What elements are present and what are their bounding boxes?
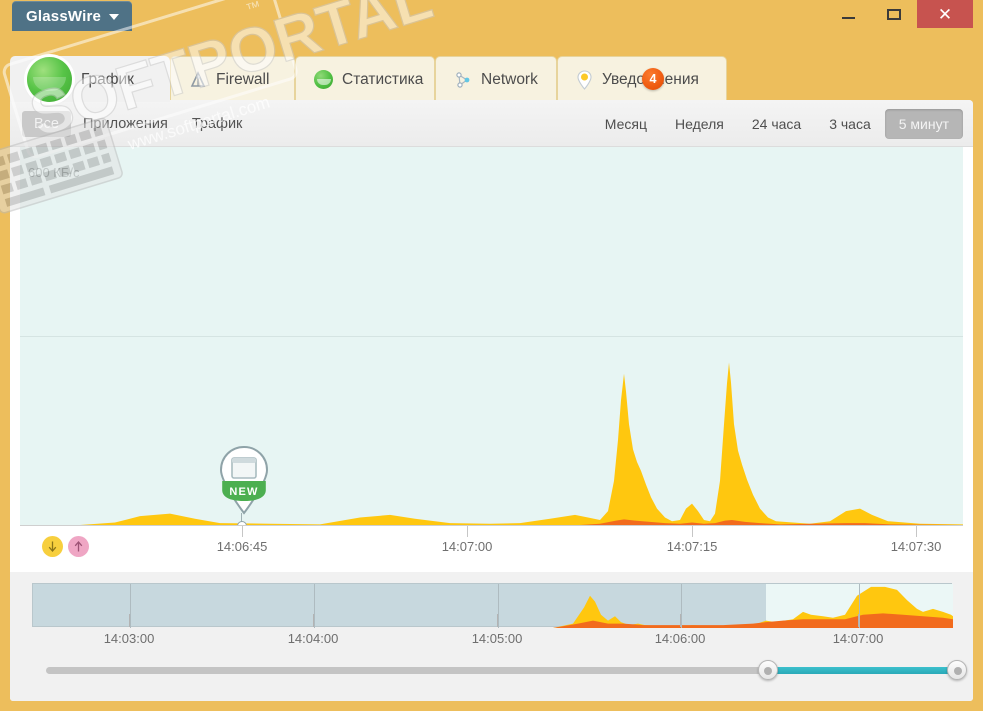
minimap-tick bbox=[129, 614, 130, 627]
network-nodes-icon bbox=[454, 71, 472, 89]
traffic-area-chart bbox=[20, 362, 963, 525]
x-tick-label: 14:07:15 bbox=[666, 539, 718, 554]
content-panel: Все Приложения Трафик Месяц Неделя 24 ча… bbox=[10, 100, 973, 701]
range-month[interactable]: Месяц bbox=[591, 109, 661, 139]
minimap-tick bbox=[680, 614, 681, 627]
slider-handle-right[interactable] bbox=[947, 660, 967, 680]
range-24h[interactable]: 24 часа bbox=[738, 109, 815, 139]
tab-firewall-label: Firewall bbox=[216, 70, 270, 88]
minimap-tick bbox=[313, 614, 314, 627]
series-download bbox=[20, 362, 963, 525]
glasswire-window: GlassWire ✕ График Firewall Статистика N… bbox=[0, 0, 983, 711]
x-tick-label: 14:07:30 bbox=[890, 539, 942, 554]
minimap-area-chart bbox=[33, 586, 953, 628]
tab-network[interactable]: Network bbox=[435, 56, 557, 102]
tab-graph[interactable]: График bbox=[10, 56, 170, 102]
chevron-down-icon bbox=[109, 14, 120, 20]
tab-firewall[interactable]: Firewall bbox=[170, 56, 295, 102]
minimap-vline bbox=[130, 584, 131, 628]
close-button[interactable]: ✕ bbox=[917, 0, 973, 28]
minimap-vline bbox=[859, 584, 860, 628]
tab-statistics-label: Статистика bbox=[342, 70, 424, 88]
statistics-icon bbox=[314, 70, 333, 89]
minimap-tick-label: 14:03:00 bbox=[103, 631, 155, 646]
range-week[interactable]: Неделя bbox=[661, 109, 738, 139]
tab-network-label: Network bbox=[481, 70, 538, 88]
x-tick bbox=[242, 526, 243, 537]
tab-statistics[interactable]: Статистика bbox=[295, 56, 435, 102]
slider-handle-left[interactable] bbox=[757, 660, 778, 680]
minimap-vline bbox=[681, 584, 682, 628]
tab-graph-label: График bbox=[81, 70, 134, 88]
tab-notifications[interactable]: Уведомления 4 bbox=[557, 56, 727, 102]
slider-fill bbox=[767, 667, 957, 674]
range-3h[interactable]: 3 часа bbox=[815, 109, 885, 139]
maximize-button[interactable] bbox=[871, 0, 917, 28]
minimap-tick-label: 14:04:00 bbox=[287, 631, 339, 646]
window-controls: ✕ bbox=[825, 0, 973, 28]
x-tick bbox=[467, 526, 468, 537]
x-tick-label: 14:06:45 bbox=[216, 539, 268, 554]
minimap-tick bbox=[497, 614, 498, 627]
notifications-badge: 4 bbox=[642, 68, 664, 90]
sub-toolbar: Все Приложения Трафик Месяц Неделя 24 ча… bbox=[10, 100, 973, 147]
graph-canvas[interactable]: 600 КБ/с NEW bbox=[20, 147, 963, 531]
range-group: Месяц Неделя 24 часа 3 часа 5 минут bbox=[591, 100, 963, 147]
title-bar: GlassWire ✕ bbox=[0, 0, 983, 32]
minimap-tick-label: 14:06:00 bbox=[654, 631, 706, 646]
minimize-button[interactable] bbox=[825, 0, 871, 28]
x-tick-label: 14:07:00 bbox=[441, 539, 493, 554]
minimize-icon bbox=[841, 16, 855, 19]
minimap-vline bbox=[498, 584, 499, 628]
maximize-icon bbox=[887, 8, 901, 20]
minimap-tick bbox=[858, 614, 859, 627]
filter-all[interactable]: Все bbox=[22, 110, 71, 137]
minimap-x-axis: 14:03:00 14:04:00 14:05:00 14:06:00 14:07:00 bbox=[32, 614, 952, 653]
graph-x-axis: 14:06:45 14:07:00 14:07:15 14:07:30 bbox=[20, 525, 963, 572]
minimap-canvas[interactable] bbox=[32, 583, 953, 628]
firewall-icon bbox=[189, 70, 207, 89]
new-event-marker[interactable]: NEW bbox=[213, 445, 275, 531]
graph-globe-icon bbox=[27, 57, 72, 102]
x-tick bbox=[692, 526, 693, 537]
filter-traffic[interactable]: Трафик bbox=[180, 111, 255, 137]
time-range-slider[interactable] bbox=[46, 660, 967, 680]
range-5min[interactable]: 5 минут bbox=[884, 108, 963, 139]
pin-icon bbox=[576, 69, 593, 90]
glasswire-menu-button[interactable]: GlassWire bbox=[12, 1, 133, 31]
new-marker-label: NEW bbox=[229, 486, 258, 498]
minimap-tick-label: 14:07:00 bbox=[832, 631, 884, 646]
close-icon: ✕ bbox=[937, 4, 953, 24]
minimap-tick-label: 14:05:00 bbox=[471, 631, 523, 646]
minimap-area: 14:03:00 14:04:00 14:05:00 14:06:00 14:07:00 bbox=[10, 572, 973, 701]
upload-legend-icon[interactable] bbox=[68, 536, 89, 557]
x-tick bbox=[916, 526, 917, 537]
glasswire-menu-label: GlassWire bbox=[26, 7, 102, 25]
graph-area: 600 КБ/с NEW 14:06:45 14:07:00 14:07:15 … bbox=[10, 147, 973, 572]
filter-apps[interactable]: Приложения bbox=[71, 111, 180, 137]
download-legend-icon[interactable] bbox=[42, 536, 63, 557]
tab-strip: График Firewall Статистика Network 4 bbox=[10, 56, 973, 102]
filter-group: Все Приложения Трафик bbox=[22, 100, 254, 147]
minimap-vline bbox=[314, 584, 315, 628]
